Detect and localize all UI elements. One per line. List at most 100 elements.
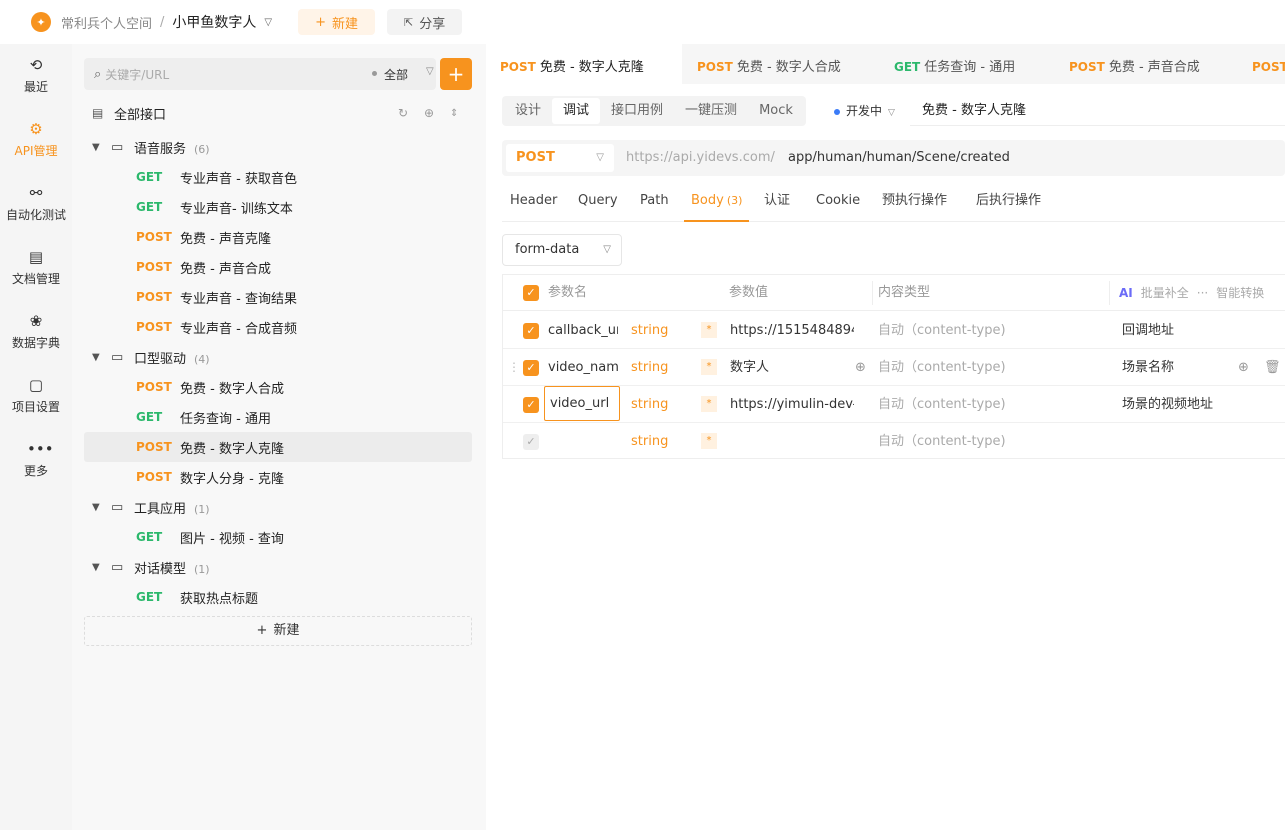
batch-complete-button[interactable]: 批量补全 xyxy=(1141,286,1189,300)
tab-body[interactable]: Body (3) xyxy=(684,182,750,222)
param-type-select[interactable]: string xyxy=(631,386,668,423)
chevron-down-icon[interactable]: ▼ xyxy=(92,562,100,573)
param-value-input[interactable]: https://15154848948 xyxy=(730,312,854,349)
chevron-down-icon[interactable]: ▽ xyxy=(264,17,272,28)
refresh-icon[interactable]: ↻ xyxy=(398,106,408,120)
endpoint-row[interactable]: POST 免费 - 数字人合成 xyxy=(84,372,472,402)
param-desc-input[interactable]: 回调地址 xyxy=(1122,312,1174,349)
tab-query[interactable]: Query xyxy=(578,182,618,222)
endpoint-row[interactable]: POST 免费 - 声音克隆 xyxy=(84,222,472,252)
variable-icon[interactable]: ⊕ xyxy=(1238,349,1249,386)
search-input[interactable]: ⌕ 关键字/URL 全部 ▽ xyxy=(84,58,436,90)
row-checkbox[interactable]: ✓ xyxy=(523,397,539,413)
method-select[interactable]: POST ▽ xyxy=(506,144,614,172)
new-item-button[interactable]: + 新建 xyxy=(84,616,472,646)
endpoint-row[interactable]: GET 图片 - 视频 - 查询 xyxy=(84,522,472,552)
collapse-icon[interactable]: ⇕ xyxy=(450,108,458,119)
endpoint-row[interactable]: GET 任务查询 - 通用 xyxy=(84,402,472,432)
endpoint-row[interactable]: POST 数字人分身 - 克隆 xyxy=(84,462,472,492)
param-type-select[interactable]: string xyxy=(631,423,668,460)
nav-recent[interactable]: ⟲ 最近 xyxy=(0,56,72,95)
param-name-input[interactable] xyxy=(548,423,618,460)
endpoint-row[interactable]: GET 专业声音- 训练文本 xyxy=(84,192,472,222)
tab-post-script[interactable]: 后执行操作 xyxy=(976,182,1041,222)
endpoint-row[interactable]: POST 免费 - 声音合成 xyxy=(84,252,472,282)
folder-row[interactable]: ▼ ▭ 语音服务 (6) xyxy=(84,132,472,162)
smart-convert-button[interactable]: 智能转换 xyxy=(1216,286,1264,300)
nav-more[interactable]: ••• 更多 xyxy=(0,440,72,479)
project-name[interactable]: 小甲鱼数字人 xyxy=(172,12,256,32)
folder-row[interactable]: ▼ ▭ 工具应用 (1) xyxy=(84,492,472,522)
endpoint-row[interactable]: POST 专业声音 - 合成音频 xyxy=(84,312,472,342)
variable-icon[interactable]: ⊕ xyxy=(855,349,866,386)
select-all-checkbox[interactable]: ✓ xyxy=(523,285,539,301)
endpoint-row[interactable]: GET 获取热点标题 xyxy=(84,582,472,612)
required-icon[interactable]: * xyxy=(701,396,717,412)
folder-row[interactable]: ▼ ▭ 对话模型 (1) xyxy=(84,552,472,582)
param-name-input-focused[interactable]: video_url xyxy=(544,386,620,421)
nav-project-settings[interactable]: ▢ 项目设置 xyxy=(0,376,72,415)
ai-icon[interactable]: AI xyxy=(1119,286,1133,300)
tab-cookie[interactable]: Cookie xyxy=(816,182,860,222)
endpoint-row[interactable]: GET 专业声音 - 获取音色 xyxy=(84,162,472,192)
path-input[interactable]: app/human/human/Scene/created xyxy=(788,150,1010,165)
mode-debug[interactable]: 调试 xyxy=(552,98,601,124)
tab[interactable]: POST 免费 - 数字人合成 xyxy=(682,44,878,84)
row-checkbox[interactable]: ✓ xyxy=(523,360,539,376)
mode-cases[interactable]: 接口用例 xyxy=(600,98,674,124)
param-value-input[interactable]: https://yimulin-dev- xyxy=(730,386,854,423)
param-value-input[interactable] xyxy=(730,423,854,460)
param-name-input[interactable]: callback_url xyxy=(548,312,618,349)
app-logo-icon[interactable]: ✦ xyxy=(31,12,51,32)
delete-icon[interactable]: 🗑 xyxy=(1264,349,1281,386)
param-type-select[interactable]: string xyxy=(631,312,668,349)
content-type-select[interactable]: form-data ▽ xyxy=(502,234,622,266)
api-name-input[interactable]: 免费 - 数字人克隆 xyxy=(910,96,1285,126)
tab-active[interactable]: POST 免费 - 数字人克隆 xyxy=(486,44,682,84)
environment-select[interactable]: 开发中 ▽ xyxy=(834,102,895,119)
param-desc-input[interactable]: 场景的视频地址 xyxy=(1122,386,1213,423)
mode-mock[interactable]: Mock xyxy=(748,98,804,124)
content-type-input[interactable]: 自动（content-type) xyxy=(878,386,1006,423)
workspace-link[interactable]: 常利兵个人空间 xyxy=(61,13,152,32)
endpoint-row-selected[interactable]: POST 免费 - 数字人克隆 xyxy=(84,432,472,462)
tab[interactable]: GET 任务查询 - 通用 xyxy=(878,44,1054,84)
chevron-down-icon[interactable]: ▼ xyxy=(92,502,100,513)
mode-design[interactable]: 设计 xyxy=(504,98,552,124)
nav-data-dictionary[interactable]: ❀ 数据字典 xyxy=(0,312,72,351)
row-checkbox[interactable]: ✓ xyxy=(523,434,539,450)
nav-documents[interactable]: ▤ 文档管理 xyxy=(0,248,72,287)
tab-header[interactable]: Header xyxy=(510,182,557,222)
mode-stress-test[interactable]: 一键压测 xyxy=(674,98,748,124)
share-button[interactable]: ⇱ 分享 xyxy=(387,9,463,35)
content-type-input[interactable]: 自动（content-type) xyxy=(878,349,1006,386)
tab[interactable]: POST xyxy=(1230,44,1285,84)
tab-path[interactable]: Path xyxy=(640,182,669,222)
tab-auth[interactable]: 认证 xyxy=(764,182,790,222)
endpoint-row[interactable]: POST 专业声音 - 查询结果 xyxy=(84,282,472,312)
locate-icon[interactable]: ⊕ xyxy=(424,106,434,120)
chevron-down-icon[interactable]: ▼ xyxy=(92,142,100,153)
tab-pre-script[interactable]: 预执行操作 xyxy=(882,182,947,222)
add-api-button[interactable]: + xyxy=(440,58,472,90)
chevron-down-icon[interactable]: ▽ xyxy=(426,66,434,77)
content-type-input[interactable]: 自动（content-type) xyxy=(878,312,1006,349)
new-button[interactable]: + 新建 xyxy=(298,9,376,35)
folder-row[interactable]: ▼ ▭ 口型驱动 (4) xyxy=(84,342,472,372)
nav-api-management[interactable]: ⚙ API管理 xyxy=(0,120,72,159)
all-interfaces-row[interactable]: ▤ 全部接口 ↻ ⊕ ⇕ xyxy=(84,98,472,128)
filter-select[interactable]: 全部 xyxy=(384,66,408,83)
required-icon[interactable]: * xyxy=(701,322,717,338)
required-icon[interactable]: * xyxy=(701,433,717,449)
row-checkbox[interactable]: ✓ xyxy=(523,323,539,339)
param-type-select[interactable]: string xyxy=(631,349,668,386)
more-icon[interactable]: ··· xyxy=(1197,286,1208,300)
required-icon[interactable]: * xyxy=(701,359,717,375)
chevron-down-icon[interactable]: ▼ xyxy=(92,352,100,363)
content-type-input[interactable]: 自动（content-type) xyxy=(878,423,1006,460)
tab[interactable]: POST 免费 - 声音合成 xyxy=(1054,44,1230,84)
param-value-input[interactable]: 数字人 xyxy=(730,349,854,386)
param-desc-input[interactable]: 场景名称 xyxy=(1122,349,1174,386)
nav-automation[interactable]: ⚯ 自动化测试 xyxy=(0,184,72,223)
param-name-input[interactable]: video_name xyxy=(548,349,618,386)
